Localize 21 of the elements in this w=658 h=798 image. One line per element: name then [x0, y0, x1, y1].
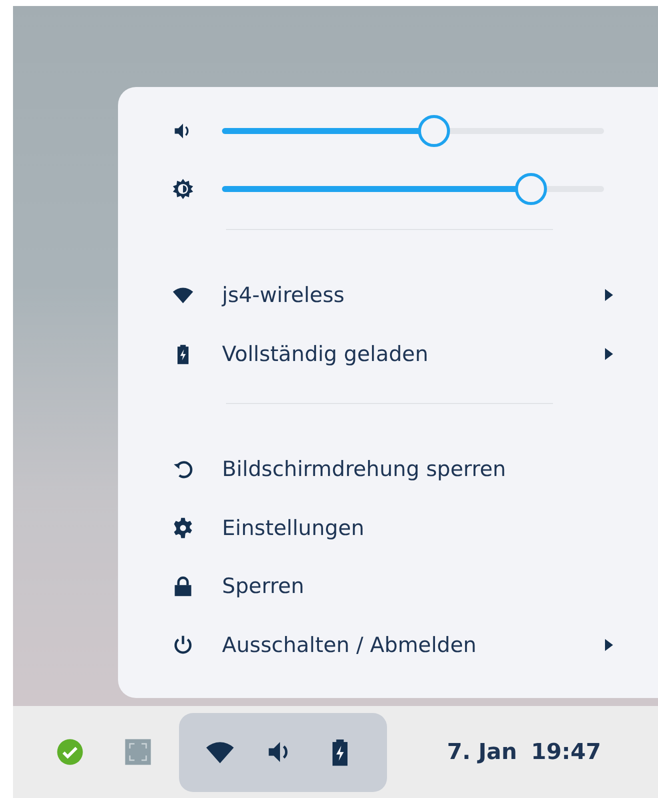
slider-thumb[interactable]	[515, 173, 548, 205]
indicator-button[interactable]	[55, 737, 85, 767]
brightness-icon	[172, 178, 194, 200]
menu-item[interactable]: Einstellungen	[172, 498, 618, 557]
indicator-button[interactable]	[123, 737, 153, 767]
power-icon	[172, 634, 194, 656]
rotate-icon	[172, 458, 194, 480]
menu-item[interactable]: js4-wireless	[172, 266, 618, 324]
clock-button[interactable]: 7. Jan 19:47	[447, 740, 602, 764]
menu-item[interactable]: Sperren	[172, 557, 618, 616]
time-text: 19:47	[531, 740, 602, 764]
lock-icon	[172, 575, 194, 598]
date-text: 7. Jan	[447, 740, 518, 764]
check-circle-icon	[56, 738, 84, 766]
system-tray-button[interactable]	[179, 712, 387, 792]
slider-thumb[interactable]	[418, 115, 450, 147]
frame-corners-icon	[124, 738, 152, 766]
menu-item[interactable]: Bildschirmdrehung sperren	[172, 440, 618, 498]
menu-item[interactable]: Vollständig geladen	[172, 324, 618, 383]
settings-icon	[172, 516, 194, 539]
menu-item[interactable]: Ausschalten / Abmelden	[172, 616, 618, 674]
